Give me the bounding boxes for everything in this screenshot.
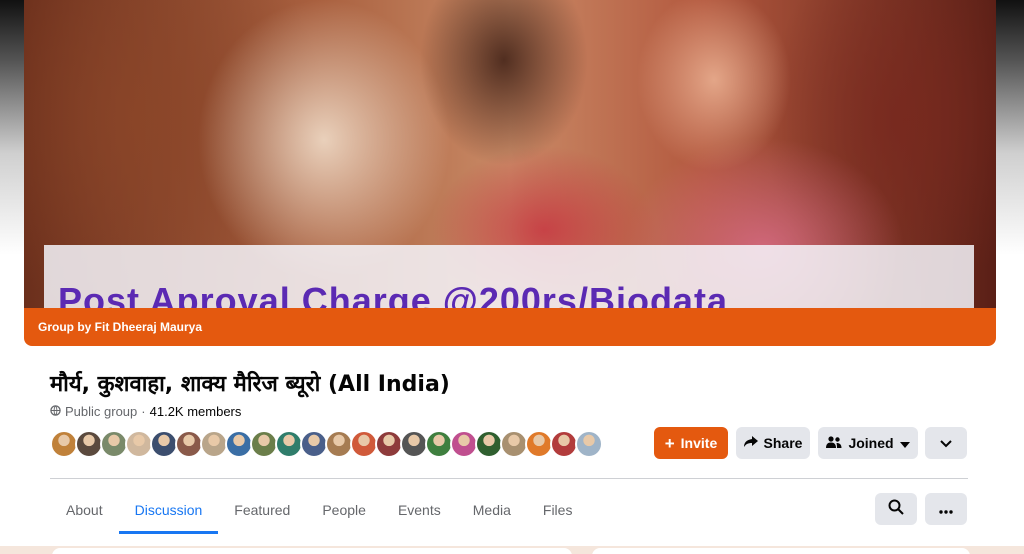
member-avatar[interactable] bbox=[325, 430, 353, 458]
more-actions-button[interactable] bbox=[925, 427, 967, 459]
member-avatar[interactable] bbox=[500, 430, 528, 458]
joined-button[interactable]: Joined bbox=[818, 427, 918, 459]
privacy-label[interactable]: Public group bbox=[65, 404, 137, 419]
people-icon bbox=[826, 435, 842, 451]
member-avatar[interactable] bbox=[425, 430, 453, 458]
tab-about[interactable]: About bbox=[50, 488, 119, 532]
member-avatar[interactable] bbox=[75, 430, 103, 458]
tab-files[interactable]: Files bbox=[527, 488, 589, 532]
share-label: Share bbox=[763, 435, 803, 451]
member-avatar[interactable] bbox=[275, 430, 303, 458]
member-avatar[interactable] bbox=[175, 430, 203, 458]
member-avatar[interactable] bbox=[125, 430, 153, 458]
more-options-button[interactable] bbox=[925, 493, 967, 525]
member-avatar[interactable] bbox=[350, 430, 378, 458]
group-by-bar[interactable]: Group by Fit Dheeraj Maurya bbox=[24, 308, 996, 346]
tab-featured[interactable]: Featured bbox=[218, 488, 306, 532]
member-avatar[interactable] bbox=[300, 430, 328, 458]
chevron-down-icon bbox=[940, 435, 952, 451]
plus-icon: + bbox=[664, 433, 675, 453]
tab-discussion[interactable]: Discussion bbox=[118, 488, 219, 534]
invite-label: Invite bbox=[680, 435, 718, 451]
group-tabs: About Discussion Featured People Events Media… bbox=[50, 488, 588, 534]
member-avatar[interactable] bbox=[450, 430, 478, 458]
member-avatars[interactable] bbox=[50, 430, 603, 458]
about-card bbox=[592, 548, 970, 554]
group-title[interactable]: मौर्य, कुशवाहा, शाक्य मैरिज ब्यूरो (All … bbox=[50, 368, 450, 398]
member-avatar[interactable] bbox=[200, 430, 228, 458]
tab-media[interactable]: Media bbox=[457, 488, 527, 532]
ellipsis-icon bbox=[939, 501, 953, 518]
invite-button[interactable]: + Invite bbox=[654, 427, 728, 459]
search-button[interactable] bbox=[875, 493, 917, 525]
member-avatar[interactable] bbox=[525, 430, 553, 458]
member-avatar[interactable] bbox=[575, 430, 603, 458]
share-button[interactable]: Share bbox=[736, 427, 810, 459]
group-meta: Public group · 41.2K members bbox=[50, 404, 241, 419]
tab-people[interactable]: People bbox=[306, 488, 382, 532]
member-avatar[interactable] bbox=[100, 430, 128, 458]
member-avatar[interactable] bbox=[400, 430, 428, 458]
member-avatar[interactable] bbox=[375, 430, 403, 458]
search-icon bbox=[888, 499, 904, 519]
member-avatar[interactable] bbox=[225, 430, 253, 458]
post-composer-card bbox=[52, 548, 572, 554]
cover-photo-container[interactable]: Post Aproval Charge @200rs/Biodata bbox=[24, 0, 996, 346]
member-avatar[interactable] bbox=[150, 430, 178, 458]
member-avatar[interactable] bbox=[475, 430, 503, 458]
meta-separator: · bbox=[141, 404, 146, 419]
header-divider bbox=[50, 478, 968, 479]
member-avatar[interactable] bbox=[50, 430, 78, 458]
share-arrow-icon bbox=[743, 435, 758, 451]
member-avatar[interactable] bbox=[250, 430, 278, 458]
joined-label: Joined bbox=[848, 435, 894, 451]
member-count[interactable]: 41.2K members bbox=[150, 404, 242, 419]
caret-down-icon bbox=[899, 435, 910, 451]
member-avatar[interactable] bbox=[550, 430, 578, 458]
tab-events[interactable]: Events bbox=[382, 488, 457, 532]
globe-icon bbox=[50, 404, 61, 419]
